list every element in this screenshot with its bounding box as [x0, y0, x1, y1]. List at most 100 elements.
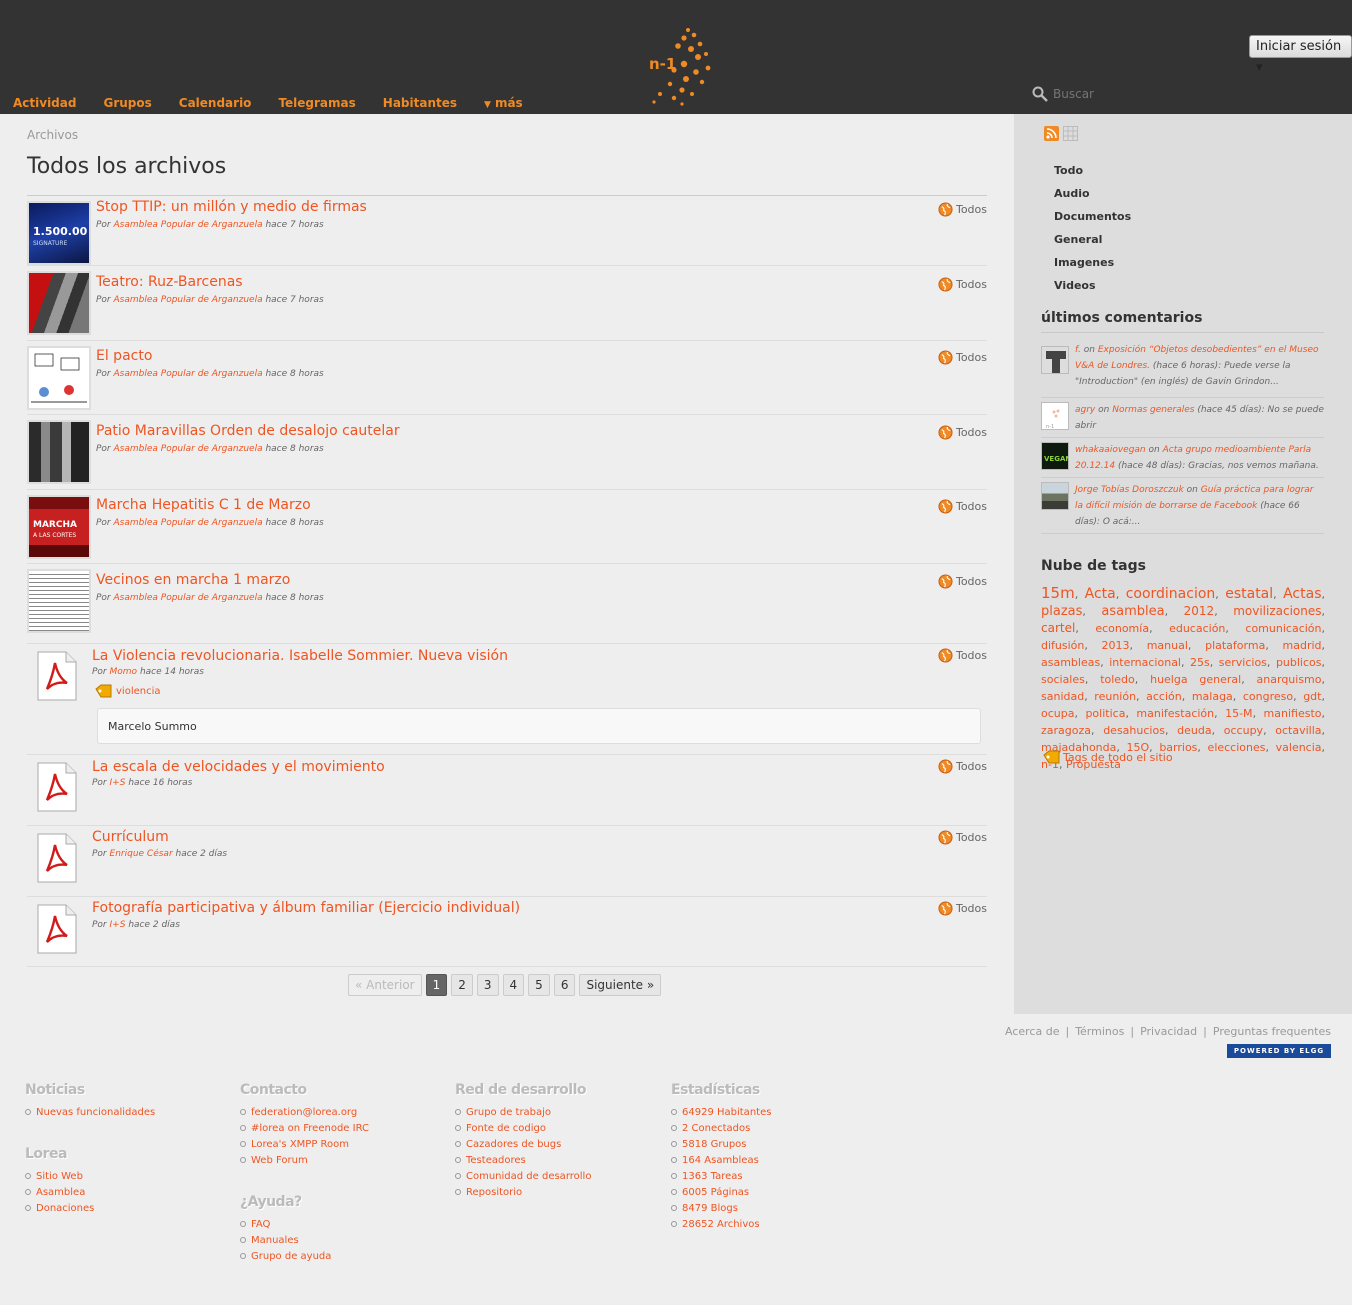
tag-cloud-link[interactable]: asamblea [1101, 604, 1164, 619]
tag-cloud-link[interactable]: publicos [1276, 656, 1322, 669]
file-title[interactable]: Teatro: Ruz-Barcenas [96, 274, 243, 290]
tag-cloud-link[interactable]: zaragoza [1041, 724, 1091, 737]
tag-cloud-link[interactable]: ocupa [1041, 707, 1074, 720]
tag-cloud-link[interactable]: 15m [1041, 584, 1075, 602]
tag-cloud-link[interactable]: comunicación [1245, 622, 1321, 635]
tag-cloud-link[interactable]: Acta [1085, 586, 1116, 602]
breadcrumb[interactable]: Archivos [27, 128, 78, 142]
tag-cloud-link[interactable]: economía [1095, 622, 1149, 635]
nav-telegramas[interactable]: Telegramas [278, 96, 355, 110]
footer-link[interactable]: 64929 Habitantes [671, 1104, 771, 1120]
tag-cloud-link[interactable]: educación [1169, 622, 1225, 635]
site-tags-link[interactable]: Tags de todo el sitio [1063, 751, 1173, 764]
tag-cloud-link[interactable]: huelga general [1150, 673, 1241, 686]
pdf-icon[interactable] [37, 762, 77, 812]
filter-videos[interactable]: Videos [1054, 279, 1131, 302]
footer-link[interactable]: Manuales [240, 1232, 331, 1248]
footer-link[interactable]: 28652 Archivos [671, 1216, 771, 1232]
tag-cloud-link[interactable]: cartel [1041, 621, 1075, 635]
next-page-button[interactable]: Siguiente » [579, 974, 662, 996]
tag-cloud-link[interactable]: occupy [1224, 724, 1263, 737]
footer-link[interactable]: Fonte de codigo [455, 1120, 591, 1136]
tag-cloud-link[interactable]: 2013 [1102, 639, 1130, 652]
tag-cloud-link[interactable]: toledo [1100, 673, 1135, 686]
footer-link[interactable]: FAQ [240, 1216, 331, 1232]
avatar[interactable] [1041, 346, 1069, 374]
ttip-thumbnail[interactable]: 1.500.00 SIGNATURE [27, 201, 91, 265]
tag-cloud-link[interactable]: coordinacion [1126, 586, 1216, 602]
tag-cloud-link[interactable]: 25s [1190, 656, 1210, 669]
footer-link[interactable]: 2 Conectados [671, 1120, 771, 1136]
comment-target[interactable]: Normas generales [1112, 405, 1194, 415]
search-icon[interactable] [1032, 86, 1048, 102]
patio-thumbnail[interactable] [27, 420, 91, 484]
footer-link[interactable]: Asamblea [25, 1184, 94, 1200]
rss-icon[interactable] [1044, 126, 1059, 141]
tag-cloud-link[interactable]: reunión [1094, 690, 1136, 703]
comment-user[interactable]: Jorge Tobías Doroszczuk [1075, 485, 1184, 495]
footer-link[interactable]: Web Forum [240, 1152, 369, 1168]
powered-by-elgg-badge[interactable]: POWERED BY ELGG [1227, 1044, 1331, 1058]
tag-cloud-link[interactable]: madrid [1283, 639, 1322, 652]
page-6-button[interactable]: 6 [553, 974, 576, 996]
avatar[interactable]: n-1 [1041, 402, 1069, 430]
tag-cloud-link[interactable]: 2012 [1184, 604, 1215, 618]
footer-link[interactable]: Nuevas funcionalidades [25, 1104, 155, 1120]
tag-cloud-link[interactable]: manual [1147, 639, 1188, 652]
tag-cloud-link[interactable]: estatal [1225, 586, 1273, 602]
author-link[interactable]: Asamblea Popular de Arganzuela [114, 518, 263, 528]
file-title[interactable]: La escala de velocidades y el movimiento [92, 759, 385, 775]
author-link[interactable]: Enrique César [110, 849, 173, 859]
file-title[interactable]: Fotografía participativa y álbum familia… [92, 900, 520, 916]
author-link[interactable]: Asamblea Popular de Arganzuela [114, 295, 263, 305]
page-4-button[interactable]: 4 [502, 974, 525, 996]
vecinos-thumbnail[interactable] [27, 569, 91, 633]
n1-logo[interactable]: n-1 [646, 24, 720, 108]
filter-general[interactable]: General [1054, 233, 1131, 256]
avatar[interactable] [1041, 482, 1069, 510]
page-3-button[interactable]: 3 [476, 974, 499, 996]
pdf-icon[interactable] [37, 833, 77, 883]
search-input[interactable] [1053, 87, 1253, 101]
author-link[interactable]: Momo [110, 667, 138, 677]
footer-link[interactable]: Grupo de ayuda [240, 1248, 331, 1264]
tag-cloud-link[interactable]: plazas [1041, 604, 1082, 619]
file-title[interactable]: El pacto [96, 348, 152, 364]
footer-link[interactable]: Repositorio [455, 1184, 591, 1200]
tag-cloud-link[interactable]: 15-M [1225, 707, 1252, 720]
footer-link[interactable]: federation@lorea.org [240, 1104, 369, 1120]
footer-terms-link[interactable]: Términos [1075, 1025, 1124, 1038]
file-title[interactable]: Patio Maravillas Orden de desalojo caute… [96, 423, 400, 439]
footer-link[interactable]: #lorea on Freenode IRC [240, 1120, 369, 1136]
nav-grupos[interactable]: Grupos [103, 96, 151, 110]
nav-more-menu[interactable]: ▼ más [484, 96, 523, 110]
author-link[interactable]: Asamblea Popular de Arganzuela [114, 220, 263, 230]
page-2-button[interactable]: 2 [451, 974, 473, 996]
file-title[interactable]: Stop TTIP: un millón y medio de firmas [96, 199, 367, 215]
footer-link[interactable]: Cazadores de bugs [455, 1136, 591, 1152]
comment-user[interactable]: f. [1075, 345, 1081, 355]
file-title[interactable]: Marcha Hepatitis C 1 de Marzo [96, 497, 311, 513]
tag-cloud-link[interactable]: sanidad [1041, 690, 1084, 703]
comment-user[interactable]: agry [1075, 405, 1095, 415]
footer-link[interactable]: 5818 Grupos [671, 1136, 771, 1152]
nav-actividad[interactable]: Actividad [13, 96, 76, 110]
tag-cloud-link[interactable]: politica [1085, 707, 1125, 720]
tag-cloud-link[interactable]: manifiesto [1264, 707, 1322, 720]
tag-cloud-link[interactable]: anarquismo [1257, 673, 1322, 686]
footer-faq-link[interactable]: Preguntas frequentes [1213, 1025, 1331, 1038]
footer-link[interactable]: Lorea's XMPP Room [240, 1136, 369, 1152]
footer-about-link[interactable]: Acerca de [1005, 1025, 1059, 1038]
tag-cloud-link[interactable]: internacional [1109, 656, 1181, 669]
tag-cloud-link[interactable]: desahucios [1103, 724, 1165, 737]
footer-link[interactable]: 164 Asambleas [671, 1152, 771, 1168]
login-button[interactable]: Iniciar sesión ▾ [1249, 35, 1352, 75]
file-title[interactable]: Currículum [92, 829, 169, 845]
tag-cloud-link[interactable]: acción [1146, 690, 1182, 703]
file-title[interactable]: Vecinos en marcha 1 marzo [96, 572, 290, 588]
footer-link[interactable]: Donaciones [25, 1200, 94, 1216]
avatar[interactable]: VEGAN [1041, 442, 1069, 470]
tag-cloud-link[interactable]: movilizaciones [1233, 604, 1321, 618]
tag-cloud-link[interactable]: asambleas [1041, 656, 1100, 669]
tag-cloud-link[interactable]: deuda [1177, 724, 1211, 737]
